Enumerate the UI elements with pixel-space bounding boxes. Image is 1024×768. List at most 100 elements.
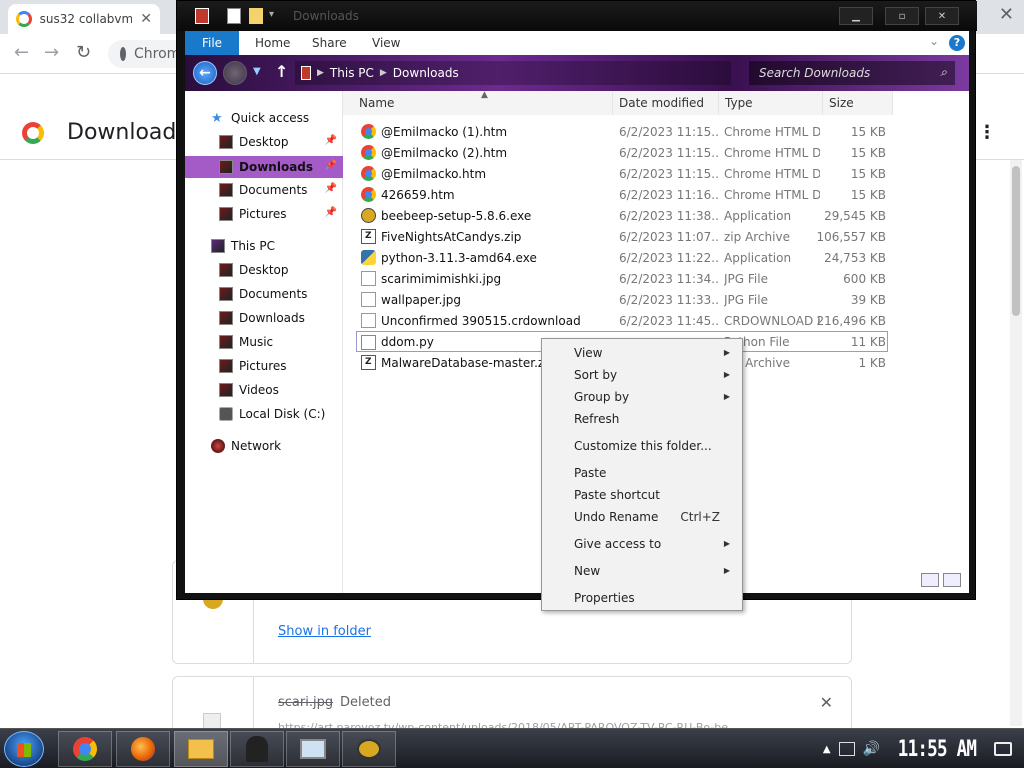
title-bar[interactable]: ▾ Downloads ▁ ▫ ✕ bbox=[177, 1, 977, 31]
file-row[interactable]: beebeep-setup-5.8.6.exe 6/2/2023 11:38..… bbox=[357, 205, 887, 226]
menu-item-give-access[interactable]: Give access to ▶ bbox=[542, 534, 742, 554]
nav-network[interactable]: Network bbox=[185, 435, 343, 457]
menu-item-paste[interactable]: Paste bbox=[542, 463, 742, 483]
column-header-size[interactable]: Size bbox=[823, 91, 893, 115]
python-icon bbox=[361, 250, 376, 265]
new-folder-icon[interactable] bbox=[249, 8, 263, 24]
column-header-date[interactable]: Date modified bbox=[613, 91, 719, 115]
tab-home[interactable]: Home bbox=[255, 31, 290, 55]
show-hidden-icons-icon[interactable]: ▲ bbox=[823, 744, 831, 755]
search-input[interactable]: Search Downloads ⌕ bbox=[749, 61, 955, 85]
network-icon[interactable] bbox=[838, 742, 855, 756]
file-row[interactable]: @Emilmacko (2).htm 6/2/2023 11:15... Chr… bbox=[357, 142, 887, 163]
file-row[interactable]: wallpaper.jpg 6/2/2023 11:33... JPG File… bbox=[357, 289, 887, 310]
notifications-icon[interactable] bbox=[994, 742, 1012, 756]
taskbar-chrome[interactable] bbox=[58, 731, 112, 767]
documents-icon bbox=[219, 183, 233, 197]
properties-icon[interactable] bbox=[227, 8, 241, 24]
nav-qa-documents[interactable]: Documents 📌 bbox=[185, 179, 343, 201]
menu-item-customize[interactable]: Customize this folder... bbox=[542, 436, 742, 456]
tab-file[interactable]: File bbox=[185, 31, 239, 55]
column-header-type[interactable]: Type bbox=[719, 91, 823, 115]
nav-qa-pictures[interactable]: Pictures 📌 bbox=[185, 203, 343, 225]
menu-item-refresh[interactable]: Refresh bbox=[542, 409, 742, 429]
taskbar-app-dark[interactable] bbox=[230, 731, 284, 767]
taskbar-firefox[interactable] bbox=[116, 731, 170, 767]
menu-item-properties[interactable]: Properties bbox=[542, 588, 742, 608]
nav-this-pc[interactable]: This PC bbox=[185, 235, 343, 257]
file-row[interactable]: Unconfirmed 390515.crdownload 6/2/2023 1… bbox=[357, 310, 887, 331]
menu-item-undo-rename[interactable]: Undo Rename Ctrl+Z bbox=[542, 507, 742, 527]
file-row[interactable]: 426659.htm 6/2/2023 11:16... Chrome HTML… bbox=[357, 184, 887, 205]
pin-icon[interactable]: 📌 bbox=[325, 183, 337, 194]
menu-item-new[interactable]: New ▶ bbox=[542, 561, 742, 581]
back-icon[interactable]: ← bbox=[193, 61, 217, 85]
large-icons-view-icon[interactable] bbox=[943, 573, 961, 587]
file-name: beebeep-setup-5.8.6.exe bbox=[381, 208, 532, 223]
pin-icon[interactable]: 📌 bbox=[325, 135, 337, 146]
column-header-name[interactable]: Name ▲ bbox=[343, 90, 613, 115]
menu-item-sort-by[interactable]: Sort by ▶ bbox=[542, 365, 742, 385]
chevron-right-icon[interactable]: ▶ bbox=[317, 68, 324, 78]
nav-pc-local-disk[interactable]: Local Disk (C:) bbox=[185, 403, 343, 425]
breadcrumb[interactable]: ▶ This PC ▶ Downloads bbox=[295, 61, 731, 85]
nav-pc-pictures[interactable]: Pictures bbox=[185, 355, 343, 377]
file-row[interactable]: python-3.11.3-amd64.exe 6/2/2023 11:22..… bbox=[357, 247, 887, 268]
more-options-icon[interactable]: ⋮ bbox=[978, 122, 996, 143]
tab-view[interactable]: View bbox=[372, 31, 400, 55]
page-scrollbar[interactable] bbox=[1010, 160, 1022, 726]
pin-icon[interactable]: 📌 bbox=[325, 207, 337, 218]
window-close-icon[interactable]: ✕ bbox=[999, 4, 1014, 25]
file-row[interactable]: @Emilmacko (1).htm 6/2/2023 11:15... Chr… bbox=[357, 121, 887, 142]
back-icon[interactable]: ← bbox=[14, 42, 29, 63]
menu-item-view[interactable]: View ▶ bbox=[542, 343, 742, 363]
navigation-pane: ★ Quick access Desktop 📌 Downloads 📌 Doc… bbox=[185, 91, 343, 593]
chrome-tab[interactable]: sus32 collabvm ✕ bbox=[8, 4, 160, 34]
close-button[interactable]: ✕ bbox=[925, 7, 959, 25]
breadcrumb-this-pc[interactable]: This PC bbox=[330, 66, 374, 80]
monitor-icon bbox=[300, 739, 326, 759]
nav-quick-access[interactable]: ★ Quick access bbox=[185, 107, 343, 129]
file-row[interactable]: @Emilmacko.htm 6/2/2023 11:15... Chrome … bbox=[357, 163, 887, 184]
expand-ribbon-icon[interactable]: ⌄ bbox=[929, 34, 939, 48]
nav-pc-music[interactable]: Music bbox=[185, 331, 343, 353]
reload-icon[interactable]: ↻ bbox=[76, 42, 91, 63]
forward-icon[interactable] bbox=[223, 61, 247, 85]
details-view-icon[interactable] bbox=[921, 573, 939, 587]
volume-icon[interactable]: 🔊 bbox=[863, 741, 880, 757]
recent-locations-icon[interactable]: ▼ bbox=[253, 66, 261, 77]
clock[interactable]: 11:55 AM bbox=[898, 737, 977, 762]
nav-qa-desktop[interactable]: Desktop 📌 bbox=[185, 131, 343, 153]
pin-icon[interactable]: 📌 bbox=[325, 160, 337, 171]
file-date: 6/2/2023 11:07... bbox=[619, 229, 719, 244]
tab-close-icon[interactable]: ✕ bbox=[140, 11, 152, 27]
nav-qa-downloads[interactable]: Downloads 📌 bbox=[185, 156, 343, 178]
maximize-button[interactable]: ▫ bbox=[885, 7, 919, 25]
minimize-button[interactable]: ▁ bbox=[839, 7, 873, 25]
zip-icon bbox=[361, 229, 376, 244]
file-date: 6/2/2023 11:15... bbox=[619, 166, 719, 181]
menu-item-paste-shortcut[interactable]: Paste shortcut bbox=[542, 485, 742, 505]
chevron-right-icon[interactable]: ▶ bbox=[380, 68, 387, 78]
scrollbar-thumb[interactable] bbox=[1012, 166, 1020, 316]
file-row[interactable]: scarimimimishki.jpg 6/2/2023 11:34... JP… bbox=[357, 268, 887, 289]
nav-pc-documents[interactable]: Documents bbox=[185, 283, 343, 305]
breadcrumb-downloads[interactable]: Downloads bbox=[393, 66, 459, 80]
taskbar-beebeep[interactable] bbox=[342, 731, 396, 767]
tab-share[interactable]: Share bbox=[312, 31, 347, 55]
taskbar-monitor[interactable] bbox=[286, 731, 340, 767]
file-row[interactable]: FiveNightsAtCandys.zip 6/2/2023 11:07...… bbox=[357, 226, 887, 247]
help-icon[interactable]: ? bbox=[949, 35, 965, 51]
start-button[interactable] bbox=[4, 731, 44, 767]
remove-download-icon[interactable]: ✕ bbox=[820, 693, 833, 712]
nav-pc-downloads[interactable]: Downloads bbox=[185, 307, 343, 329]
customize-toolbar-icon[interactable]: ▾ bbox=[269, 9, 274, 20]
menu-item-group-by[interactable]: Group by ▶ bbox=[542, 387, 742, 407]
show-in-folder-link[interactable]: Show in folder bbox=[278, 624, 371, 639]
nav-pc-videos[interactable]: Videos bbox=[185, 379, 343, 401]
taskbar-file-explorer[interactable] bbox=[174, 731, 228, 767]
up-icon[interactable]: ↑ bbox=[275, 62, 288, 81]
nav-pc-desktop[interactable]: Desktop bbox=[185, 259, 343, 281]
search-icon[interactable]: ⌕ bbox=[940, 65, 947, 80]
forward-icon[interactable]: → bbox=[44, 42, 59, 63]
